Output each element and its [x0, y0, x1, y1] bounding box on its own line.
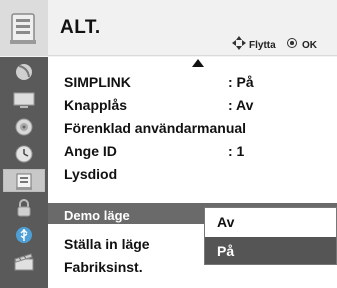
menu-row-label: Förenklad användarmanual — [64, 120, 247, 136]
tv-options-icon — [0, 0, 48, 56]
picture-monitor-icon — [13, 92, 35, 108]
menu-row-label: Demo läge — [64, 208, 130, 223]
menu-row-value: : På — [228, 74, 254, 90]
sidebar-item-usb[interactable] — [3, 223, 45, 246]
usb-icon — [16, 226, 32, 243]
options-menu-window: ALT. Flytta OK SIMPLINK: På Knapplås: … — [0, 0, 337, 288]
menu-row-value: : 1 — [228, 143, 245, 159]
menu-row-label: Ange ID — [64, 143, 117, 159]
menu-row-simplink[interactable]: SIMPLINK : På — [48, 70, 337, 93]
sidebar-item-picture[interactable] — [3, 88, 45, 111]
menu-row-power-indicator[interactable]: Lysdiod — [48, 162, 337, 185]
dropdown-option-on[interactable]: På — [205, 237, 336, 264]
sidebar-item-time[interactable] — [3, 142, 45, 165]
options-icon — [16, 173, 32, 190]
menu-row-key-lock[interactable]: Knapplås : Av — [48, 93, 337, 116]
scroll-up-icon[interactable] — [192, 59, 204, 67]
speaker-audio-icon — [15, 118, 33, 135]
sidebar-item-options[interactable] — [3, 169, 45, 192]
menu-row-set-id[interactable]: Ange ID : 1 — [48, 139, 337, 162]
menu-header: ALT. Flytta OK — [0, 0, 337, 56]
satellite-dish-icon — [16, 63, 32, 80]
demo-mode-dropdown[interactable]: Av På — [204, 207, 337, 265]
dropdown-option-label: Av — [217, 214, 235, 230]
menu-row-label: Knapplås — [64, 97, 128, 113]
sidebar-item-audio[interactable] — [3, 115, 45, 138]
media-film-icon — [14, 252, 34, 270]
sidebar-item-channel[interactable] — [3, 60, 45, 83]
category-sidebar — [0, 57, 48, 288]
move-arrows-icon — [232, 36, 246, 50]
hint-ok-label: OK — [302, 40, 317, 51]
menu-row-value: : Av — [228, 97, 254, 113]
lock-icon — [17, 198, 31, 216]
menu-title: ALT. — [60, 17, 101, 38]
menu-row-label: Ställa in läge — [64, 236, 150, 252]
menu-row-label: Fabriksinst. — [64, 259, 143, 275]
dropdown-option-label: På — [217, 243, 235, 259]
menu-row-label: SIMPLINK — [64, 74, 131, 90]
ok-button-icon — [287, 38, 297, 48]
menu-row-label: Lysdiod — [64, 166, 118, 182]
clock-time-icon — [15, 145, 33, 162]
menu-row-simple-manual[interactable]: Förenklad användarmanual — [48, 116, 337, 139]
dropdown-option-off[interactable]: Av — [205, 208, 336, 235]
sidebar-item-media[interactable] — [3, 250, 45, 273]
sidebar-item-lock[interactable] — [3, 196, 45, 219]
hint-move-label: Flytta — [249, 40, 276, 51]
